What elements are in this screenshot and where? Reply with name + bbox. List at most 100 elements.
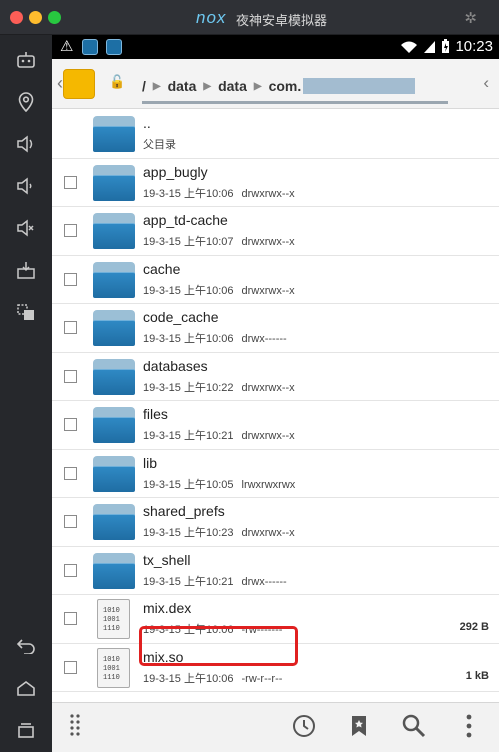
file-meta: 19-3-15 上午10:05 lrwxrwxrwx — [143, 476, 295, 492]
file-meta: 19-3-15 上午10:07 drwxrwx--x — [143, 233, 295, 249]
history-clock-icon[interactable] — [292, 714, 316, 744]
file-date: 19-3-15 上午10:06 — [143, 284, 234, 297]
breadcrumb-item[interactable]: / — [142, 78, 146, 94]
folder-icon — [93, 504, 135, 540]
file-meta: 19-3-15 上午10:22 drwxrwx--x — [143, 379, 295, 395]
breadcrumb-item[interactable]: com. — [269, 78, 302, 94]
folder-icon — [93, 407, 135, 443]
file-name: .. — [143, 115, 151, 131]
file-name: databases — [143, 357, 208, 374]
close-window-button[interactable] — [10, 11, 23, 24]
file-permissions: lrwxrwxrwx — [241, 478, 296, 491]
row-checkbox[interactable] — [64, 563, 77, 577]
file-meta: 父目录 — [143, 136, 176, 152]
wifi-icon — [401, 41, 418, 53]
location-icon[interactable] — [0, 85, 52, 119]
window-titlebar: nox 夜神安卓模拟器 ✲ — [0, 0, 499, 35]
row-checkbox[interactable] — [64, 321, 77, 334]
file-permissions: drwx------ — [241, 333, 287, 345]
folder-icon — [93, 455, 135, 492]
file-date: 19-3-15 上午10:07 — [143, 236, 234, 248]
row-checkbox[interactable] — [64, 369, 77, 383]
annotation-highlight-box — [139, 626, 298, 666]
file-date: 19-3-15 上午10:23 — [143, 527, 234, 539]
row-checkbox[interactable] — [64, 418, 77, 431]
folder-icon — [93, 164, 135, 201]
file-size: 1 kB — [465, 669, 489, 682]
search-icon[interactable] — [402, 714, 426, 744]
row-checkbox[interactable] — [64, 224, 77, 237]
file-row[interactable]: code_cache 19-3-15 上午10:06 drwx------ — [52, 304, 499, 353]
binary-file-icon: 1010 1001 1110 — [97, 647, 130, 688]
file-row[interactable]: app_td-cache 19-3-15 上午10:07 drwxrwx--x — [52, 207, 499, 256]
emulator-sidebar — [0, 35, 52, 752]
file-size: 292 B — [459, 621, 489, 633]
file-row[interactable]: lib 19-3-15 上午10:05 lrwxrwxrwx — [52, 450, 499, 498]
file-name: files — [143, 406, 168, 422]
folder-icon — [93, 358, 135, 395]
file-permissions: drwxrwx--x — [241, 236, 295, 248]
file-permissions: drwx------ — [241, 575, 287, 588]
file-row[interactable]: databases 19-3-15 上午10:22 drwxrwx--x — [52, 353, 499, 401]
file-row[interactable]: .. 父目录 — [52, 110, 499, 159]
multi-window-icon[interactable] — [0, 295, 52, 329]
row-checkbox[interactable] — [64, 612, 77, 625]
overflow-menu-icon[interactable] — [466, 714, 472, 744]
unlock-icon[interactable]: 🔓 — [109, 74, 125, 90]
file-row[interactable]: shared_prefs 19-3-15 上午10:23 drwxrwx--x — [52, 498, 499, 547]
file-date: 19-3-15 上午10:05 — [143, 478, 234, 491]
drag-handle-icon[interactable] — [69, 713, 81, 743]
volume-up-icon[interactable] — [0, 127, 52, 161]
file-meta: 19-3-15 上午10:06 -rw-r--r-- — [143, 670, 282, 686]
row-checkbox[interactable] — [64, 466, 77, 480]
battery-icon — [442, 39, 450, 53]
file-row[interactable]: app_bugly 19-3-15 上午10:06 drwxrwx--x — [52, 159, 499, 207]
breadcrumb-item[interactable]: data — [168, 78, 197, 94]
bookmark-icon[interactable] — [350, 714, 368, 744]
app-notification-icon — [82, 39, 98, 55]
bottom-action-bar — [52, 702, 499, 752]
maximize-window-button[interactable] — [48, 11, 61, 24]
redacted-text — [303, 78, 416, 94]
file-row[interactable]: files 19-3-15 上午10:21 drwxrwx--x — [52, 401, 499, 450]
mute-icon[interactable] — [0, 211, 52, 245]
apk-install-icon[interactable] — [0, 253, 52, 287]
minimize-window-button[interactable] — [29, 11, 42, 24]
row-checkbox[interactable] — [64, 660, 77, 674]
warning-icon: ⚠ — [60, 38, 74, 55]
back-icon[interactable] — [0, 629, 52, 663]
breadcrumb-item[interactable]: data — [218, 78, 247, 94]
recent-apps-icon[interactable] — [0, 713, 52, 747]
folder-icon — [93, 552, 135, 589]
file-date: 父目录 — [143, 139, 176, 151]
file-date: 19-3-15 上午10:06 — [143, 187, 234, 200]
file-name: tx_shell — [143, 551, 191, 568]
row-checkbox[interactable] — [64, 272, 77, 286]
breadcrumb-scroll-indicator — [142, 101, 448, 104]
signal-icon — [424, 40, 436, 53]
file-meta: 19-3-15 上午10:23 drwxrwx--x — [143, 524, 295, 540]
file-date: 19-3-15 上午10:06 — [143, 672, 234, 685]
file-meta: 19-3-15 上午10:06 drwxrwx--x — [143, 282, 295, 298]
row-checkbox[interactable] — [64, 175, 77, 189]
home-icon[interactable] — [0, 671, 52, 705]
file-name: app_bugly — [143, 163, 208, 180]
file-date: 19-3-15 上午10:21 — [143, 575, 234, 588]
folder-app-icon[interactable] — [63, 69, 95, 99]
file-row[interactable]: tx_shell 19-3-15 上午10:21 drwx------ — [52, 547, 499, 595]
file-date: 19-3-15 上午10:21 — [143, 430, 234, 442]
file-permissions: drwxrwx--x — [241, 430, 295, 442]
file-meta: 19-3-15 上午10:21 drwx------ — [143, 573, 287, 589]
binary-file-icon: 1010 1001 1110 — [97, 599, 130, 639]
breadcrumb: / ▶ data ▶ data ▶ com. — [142, 76, 416, 96]
file-row[interactable]: cache 19-3-15 上午10:06 drwxrwx--x — [52, 256, 499, 304]
app-notification-icon — [106, 39, 122, 55]
volume-down-icon[interactable] — [0, 169, 52, 203]
row-checkbox[interactable] — [64, 515, 77, 528]
file-name: code_cache — [143, 309, 219, 325]
settings-gear-icon[interactable]: ✲ — [464, 9, 477, 27]
file-permissions: drwxrwx--x — [241, 284, 295, 297]
file-name: app_td-cache — [143, 212, 228, 228]
chevron-left-icon[interactable]: ‹ — [483, 73, 489, 93]
keyboard-icon[interactable] — [0, 43, 52, 77]
